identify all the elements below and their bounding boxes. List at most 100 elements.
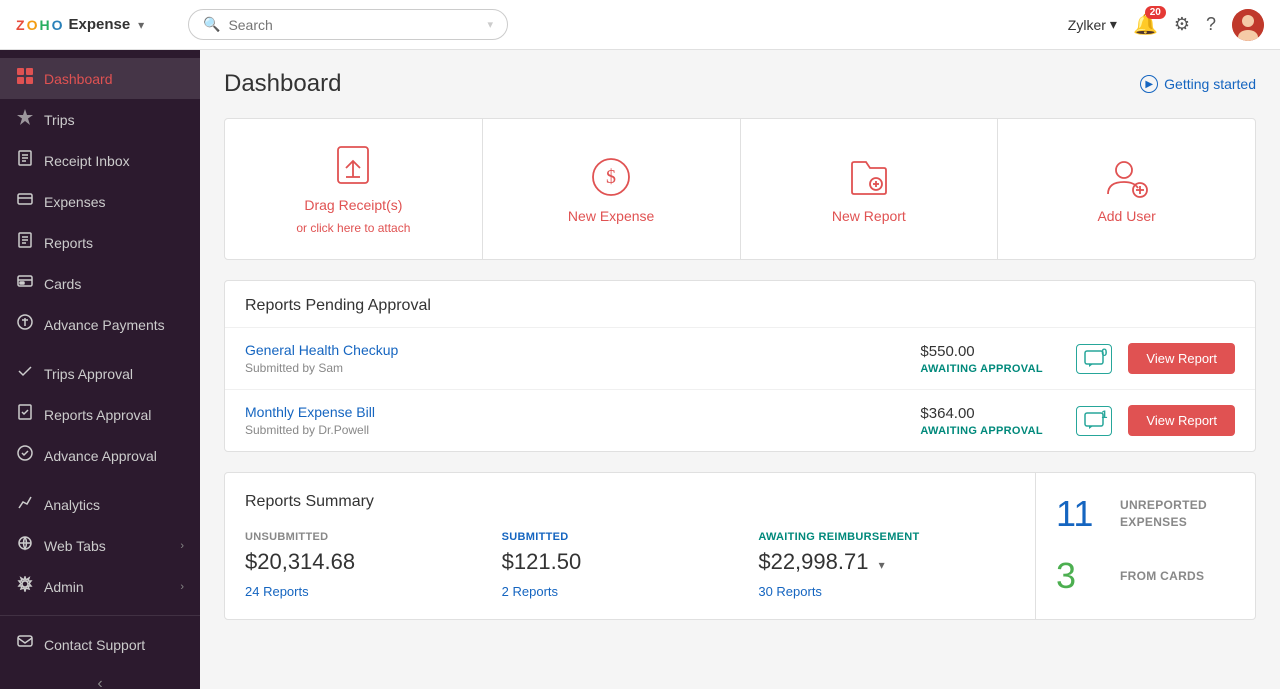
upload-receipt-icon xyxy=(330,143,376,189)
sidebar-item-advance-approval[interactable]: Advance Approval xyxy=(0,435,200,476)
approval-amount-1: $550.00 xyxy=(920,343,1060,360)
org-chevron-icon: ▾ xyxy=(1110,16,1117,33)
admin-chevron-icon: › xyxy=(180,581,184,593)
org-name[interactable]: Zylker ▾ xyxy=(1068,16,1117,33)
sidebar-item-trips-approval[interactable]: Trips Approval xyxy=(0,353,200,394)
drag-receipt-label: Drag Receipt(s) xyxy=(304,197,402,213)
from-cards-stat: 3 FROM CARDS xyxy=(1056,555,1235,597)
svg-text:$: $ xyxy=(606,166,616,188)
quick-actions: Drag Receipt(s) or click here to attach … xyxy=(224,118,1256,260)
search-dropdown-icon[interactable]: ▾ xyxy=(487,18,493,31)
submitted-link[interactable]: 2 Reports xyxy=(502,584,558,599)
header-right: Zylker ▾ 🔔 20 ⚙ ? xyxy=(1068,9,1264,41)
getting-started-link[interactable]: ▶ Getting started xyxy=(1140,75,1256,93)
unsubmitted-label: UNSUBMITTED xyxy=(245,531,482,543)
help-icon[interactable]: ? xyxy=(1206,14,1216,35)
add-user-label: Add User xyxy=(1097,208,1155,224)
sidebar-item-admin[interactable]: Admin › xyxy=(0,566,200,607)
approval-name-2[interactable]: Monthly Expense Bill xyxy=(245,404,904,420)
from-cards-label: FROM CARDS xyxy=(1120,568,1204,585)
sidebar-item-cards[interactable]: Cards xyxy=(0,263,200,304)
play-icon: ▶ xyxy=(1140,75,1158,93)
content-area: Dashboard ▶ Getting started Drag Receipt… xyxy=(200,50,1280,689)
reports-summary-side: 11 UNREPORTEDEXPENSES 3 FROM CARDS xyxy=(1036,472,1256,620)
unreported-expenses-stat: 11 UNREPORTEDEXPENSES xyxy=(1056,493,1235,535)
sidebar-item-analytics[interactable]: Analytics xyxy=(0,484,200,525)
reimbursement-amount: $22,998.71 xyxy=(758,549,868,574)
advance-approval-icon xyxy=(16,445,34,466)
submitted-label: SUBMITTED xyxy=(502,531,739,543)
approval-info-2: Monthly Expense Bill Submitted by Dr.Pow… xyxy=(245,404,904,437)
new-expense-icon: $ xyxy=(588,154,634,200)
reimbursement-value: $22,998.71 ▾ xyxy=(758,549,995,575)
settings-icon[interactable]: ⚙ xyxy=(1174,14,1190,35)
approval-submitter-2: Submitted by Dr.Powell xyxy=(245,423,904,437)
from-cards-number: 3 xyxy=(1056,555,1106,597)
logo-area[interactable]: ZOHO Expense ▾ xyxy=(16,16,176,33)
sidebar-item-reports[interactable]: Reports xyxy=(0,222,200,263)
sidebar-item-advance-payments[interactable]: Advance Payments xyxy=(0,304,200,345)
reimbursement-link[interactable]: 30 Reports xyxy=(758,584,822,599)
sidebar-item-receipt-inbox[interactable]: Receipt Inbox xyxy=(0,140,200,181)
search-icon: 🔍 xyxy=(203,16,220,33)
trips-icon xyxy=(16,109,34,130)
summary-col-reimbursement: AWAITING REIMBURSEMENT $22,998.71 ▾ 30 R… xyxy=(758,531,1015,599)
analytics-icon xyxy=(16,494,34,515)
new-report-label: New Report xyxy=(832,208,906,224)
sidebar: Dashboard Trips Receipt Inbox xyxy=(0,50,200,689)
approval-name-1[interactable]: General Health Checkup xyxy=(245,342,904,358)
approval-status-1: AWAITING APPROVAL xyxy=(920,363,1060,375)
comment-badge-2[interactable]: 1 xyxy=(1076,406,1112,436)
unsubmitted-value: $20,314.68 xyxy=(245,549,482,575)
comment-count-2: 1 xyxy=(1101,409,1107,421)
notification-badge: 20 xyxy=(1145,6,1166,19)
top-header: ZOHO Expense ▾ 🔍 ▾ Zylker ▾ 🔔 20 ⚙ ? xyxy=(0,0,1280,50)
sidebar-item-expenses[interactable]: Expenses xyxy=(0,181,200,222)
sidebar-label-cards: Cards xyxy=(44,276,81,292)
view-report-button-2[interactable]: View Report xyxy=(1128,405,1235,436)
sidebar-label-dashboard: Dashboard xyxy=(44,71,113,87)
new-report-icon xyxy=(846,154,892,200)
comment-count-1: 0 xyxy=(1101,347,1107,359)
web-tabs-chevron-icon: › xyxy=(180,540,184,552)
admin-icon xyxy=(16,576,34,597)
sidebar-item-reports-approval[interactable]: Reports Approval xyxy=(0,394,200,435)
unreported-expenses-label: UNREPORTEDEXPENSES xyxy=(1120,497,1207,531)
sidebar-collapse-button[interactable]: ‹ xyxy=(0,665,200,689)
approval-info-1: General Health Checkup Submitted by Sam xyxy=(245,342,904,375)
logo-chevron-icon[interactable]: ▾ xyxy=(138,18,144,32)
pending-approval-title: Reports Pending Approval xyxy=(225,281,1255,327)
summary-col-submitted: SUBMITTED $121.50 2 Reports xyxy=(502,531,759,599)
add-user-icon xyxy=(1104,154,1150,200)
contact-support-icon xyxy=(16,634,34,655)
sidebar-label-contact-support: Contact Support xyxy=(44,637,145,653)
sidebar-nav: Dashboard Trips Receipt Inbox xyxy=(0,50,200,615)
unsubmitted-link[interactable]: 24 Reports xyxy=(245,584,309,599)
new-report-action[interactable]: New Report xyxy=(741,119,999,259)
view-report-button-1[interactable]: View Report xyxy=(1128,343,1235,374)
drag-receipt-action[interactable]: Drag Receipt(s) or click here to attach xyxy=(225,119,483,259)
expenses-icon xyxy=(16,191,34,212)
notification-button[interactable]: 🔔 20 xyxy=(1133,12,1158,37)
comment-badge-1[interactable]: 0 xyxy=(1076,344,1112,374)
reports-summary-section: Reports Summary UNSUBMITTED $20,314.68 2… xyxy=(224,472,1256,620)
user-avatar[interactable] xyxy=(1232,9,1264,41)
sidebar-bottom: Contact Support ‹ xyxy=(0,615,200,689)
receipt-inbox-icon xyxy=(16,150,34,171)
sidebar-label-reports-approval: Reports Approval xyxy=(44,407,151,423)
sidebar-item-web-tabs[interactable]: Web Tabs › xyxy=(0,525,200,566)
reimbursement-dropdown-icon[interactable]: ▾ xyxy=(879,558,885,572)
approval-status-2: AWAITING APPROVAL xyxy=(920,425,1060,437)
collapse-icon: ‹ xyxy=(97,675,102,689)
sidebar-label-admin: Admin xyxy=(44,579,84,595)
dashboard-icon xyxy=(16,68,34,89)
search-input[interactable] xyxy=(228,17,479,33)
sidebar-item-dashboard[interactable]: Dashboard xyxy=(0,58,200,99)
sidebar-item-contact-support[interactable]: Contact Support xyxy=(0,624,200,665)
web-tabs-icon xyxy=(16,535,34,556)
add-user-action[interactable]: Add User xyxy=(998,119,1255,259)
sidebar-item-trips[interactable]: Trips xyxy=(0,99,200,140)
new-expense-action[interactable]: $ New Expense xyxy=(483,119,741,259)
search-bar[interactable]: 🔍 ▾ xyxy=(188,9,508,40)
org-name-label: Zylker xyxy=(1068,17,1106,33)
